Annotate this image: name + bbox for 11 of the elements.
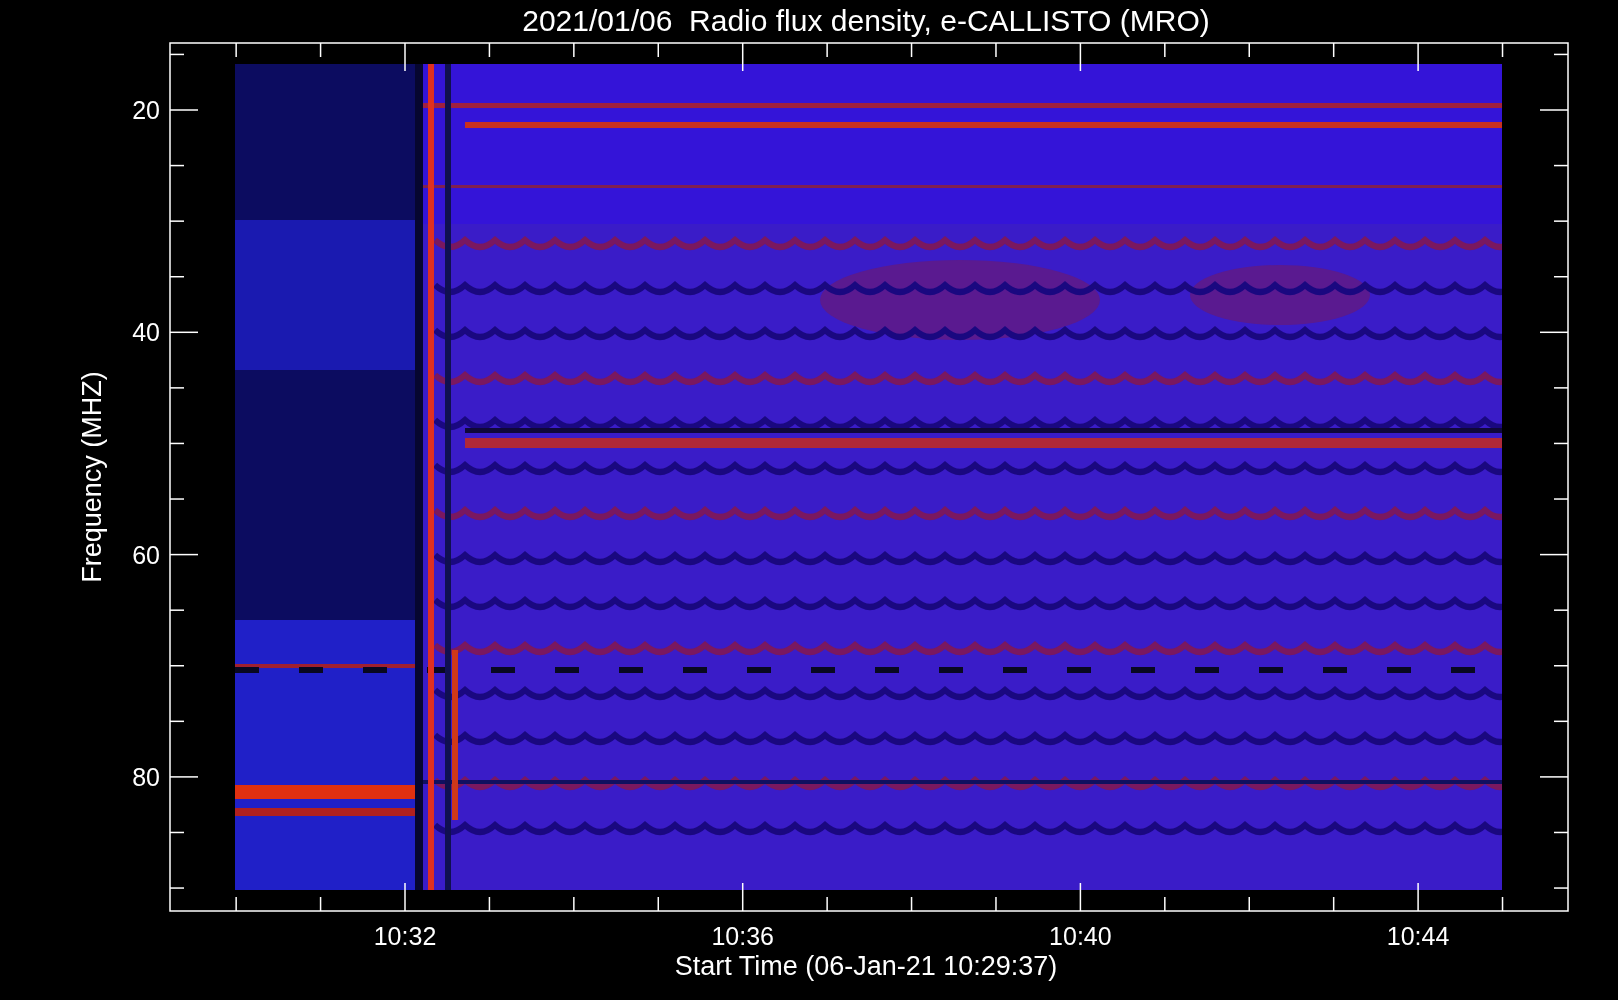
axis-label: Frequency (MHZ) <box>77 371 107 583</box>
axis-label: Start Time (06-Jan-21 10:29:37) <box>674 951 1058 981</box>
tick-label: 20 <box>132 96 160 124</box>
tick-label: 10:40 <box>1049 922 1112 950</box>
tick-label: 10:36 <box>711 922 774 950</box>
chart-title: 2021/01/06 Radio flux density, e-CALLISTO (MRO) <box>522 4 1210 37</box>
tick-label: 10:32 <box>373 922 437 950</box>
tick-label: 10:44 <box>1386 922 1450 950</box>
tick-label: 80 <box>132 762 160 791</box>
tick-label: 40 <box>132 318 160 347</box>
tick-label: 60 <box>132 540 160 569</box>
